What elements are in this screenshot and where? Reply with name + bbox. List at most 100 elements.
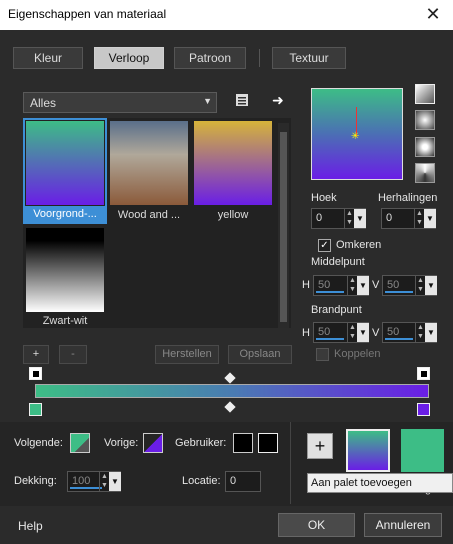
tab-kleur[interactable]: Kleur (13, 47, 83, 69)
add-preset-button[interactable]: + (23, 345, 49, 364)
focal-v-input[interactable]: 50 ▲ ▼ ▼ (382, 322, 437, 343)
add-to-palette-button[interactable]: + (307, 433, 333, 459)
scrollbar-thumb[interactable] (280, 132, 287, 322)
preset-item-wood[interactable] (110, 121, 188, 205)
location-value: 0 (230, 475, 237, 487)
opacity-input[interactable]: 100 ▲ ▼ ▼ (67, 471, 121, 492)
chevron-down-icon[interactable]: ▼ (425, 276, 437, 295)
filter-select[interactable]: Alles ▼ (23, 92, 217, 113)
opacity-value: 100 (72, 475, 91, 487)
sunburst-style-button[interactable] (415, 163, 435, 183)
preset-label: yellow (217, 209, 249, 221)
spin-arrows-icon[interactable]: ▲ ▼ (347, 323, 357, 342)
link-label: Koppelen (334, 348, 381, 360)
close-icon[interactable]: ✕ (421, 2, 445, 26)
save-preset-button[interactable]: Opslaan (228, 345, 292, 364)
location-input[interactable]: 0 (225, 471, 261, 492)
location-label: Locatie: (182, 475, 221, 487)
gradient-bar[interactable] (35, 384, 429, 398)
focal-h-value: 50 (318, 326, 331, 338)
next-color-label: Volgende: (14, 437, 63, 449)
palette-color-swatch[interactable] (401, 429, 444, 472)
midpoint-h-input[interactable]: 50 ▲ ▼ ▼ (313, 275, 369, 296)
repeats-label: Herhalingen (378, 192, 438, 204)
spin-arrows-icon[interactable]: ▲ ▼ (347, 276, 357, 295)
spin-arrows-icon[interactable]: ▲ ▼ (344, 209, 354, 228)
invert-label: Omkeren (336, 239, 382, 251)
value-bar (385, 338, 413, 340)
chevron-down-icon[interactable]: ▼ (357, 276, 369, 295)
radial-style-button[interactable] (415, 137, 435, 157)
spin-arrows-icon[interactable]: ▲ ▼ (99, 472, 109, 491)
prev-color-label: Vorige: (104, 437, 139, 449)
remove-preset-button[interactable]: - (59, 345, 87, 364)
tooltip: Aan palet toevoegen (307, 473, 453, 493)
preset-menu-icon[interactable] (234, 92, 250, 108)
window-title: Eigenschappen van materiaal (8, 7, 167, 21)
rectangular-style-button[interactable] (415, 110, 435, 130)
preset-item-yellow[interactable] (194, 121, 272, 205)
invert-checkbox[interactable]: ✓ (318, 239, 331, 252)
tab-patroon[interactable]: Patroon (174, 47, 246, 69)
h-label: H (302, 279, 310, 291)
opacity-stop-icon[interactable] (417, 367, 430, 380)
cancel-button[interactable]: Annuleren (364, 513, 442, 537)
v-label: V (372, 279, 380, 291)
spin-arrows-icon[interactable]: ▲ ▼ (415, 276, 425, 295)
chevron-down-icon[interactable]: ▼ (425, 323, 437, 342)
palette-gradient-swatch[interactable] (346, 429, 390, 472)
center-handle-icon[interactable]: ✳ (351, 131, 359, 142)
chevron-down-icon: ▼ (203, 96, 212, 106)
opacity-stop-icon[interactable] (29, 367, 42, 380)
repeats-value: 0 (386, 212, 393, 224)
focal-label: Brandpunt (311, 304, 362, 316)
link-checkbox[interactable] (316, 348, 329, 361)
ok-button[interactable]: OK (278, 513, 355, 537)
tab-textuur[interactable]: Textuur (272, 47, 346, 69)
spin-arrows-icon[interactable]: ▲ ▼ (414, 209, 424, 228)
preset-swatch (26, 121, 104, 205)
color-stop-icon[interactable] (417, 403, 430, 416)
midpoint-v-input[interactable]: 50 ▲ ▼ ▼ (382, 275, 437, 296)
value-bar (316, 338, 344, 340)
angle-input[interactable]: 0 ▲ ▼ ▼ (311, 208, 366, 229)
next-color-swatch[interactable] (70, 433, 90, 453)
opacity-label: Dekking: (14, 475, 57, 487)
prev-color-swatch[interactable] (143, 433, 163, 453)
value-bar (70, 487, 102, 489)
tab-verloop[interactable]: Verloop (94, 47, 164, 69)
midpoint-label: Middelpunt (311, 256, 365, 268)
value-bar (316, 291, 344, 293)
focal-v-value: 50 (387, 326, 400, 338)
value-bar (385, 291, 413, 293)
preset-item-zwart-wit[interactable] (26, 228, 104, 312)
spin-arrows-icon[interactable]: ▲ ▼ (415, 323, 425, 342)
chevron-down-icon[interactable]: ▼ (357, 323, 369, 342)
focal-h-input[interactable]: 50 ▲ ▼ ▼ (313, 322, 369, 343)
chevron-down-icon[interactable]: ▼ (109, 472, 121, 491)
reset-button[interactable]: Herstellen (155, 345, 219, 364)
linear-style-button[interactable] (415, 84, 435, 104)
gradient-preview[interactable]: ✳ (311, 88, 403, 180)
repeats-input[interactable]: 0 ▲ ▼ ▼ (381, 208, 436, 229)
preset-label: Zwart-wit (42, 315, 88, 327)
user-color-swatch-2[interactable] (258, 433, 278, 453)
angle-value: 0 (316, 212, 323, 224)
v-label: V (372, 327, 380, 339)
panel-divider (290, 422, 291, 504)
preset-label: Wood and ... (117, 209, 181, 221)
tab-separator (259, 49, 260, 67)
help-link[interactable]: Help (18, 519, 43, 533)
color-midpoint-icon[interactable] (224, 401, 236, 413)
chevron-down-icon[interactable]: ▼ (424, 209, 436, 228)
midpoint-h-value: 50 (318, 279, 331, 291)
chevron-down-icon[interactable]: ▼ (354, 209, 366, 228)
user-color-label: Gebruiker: (175, 437, 227, 449)
arrow-right-icon[interactable]: ➜ (272, 92, 288, 108)
preset-label: Voorgrond-... (24, 206, 106, 222)
opacity-midpoint-icon[interactable] (224, 372, 236, 384)
title-bar: Eigenschappen van materiaal ✕ (0, 0, 453, 30)
user-color-swatch[interactable] (233, 433, 253, 453)
color-stop-icon[interactable] (29, 403, 42, 416)
midpoint-v-value: 50 (387, 279, 400, 291)
